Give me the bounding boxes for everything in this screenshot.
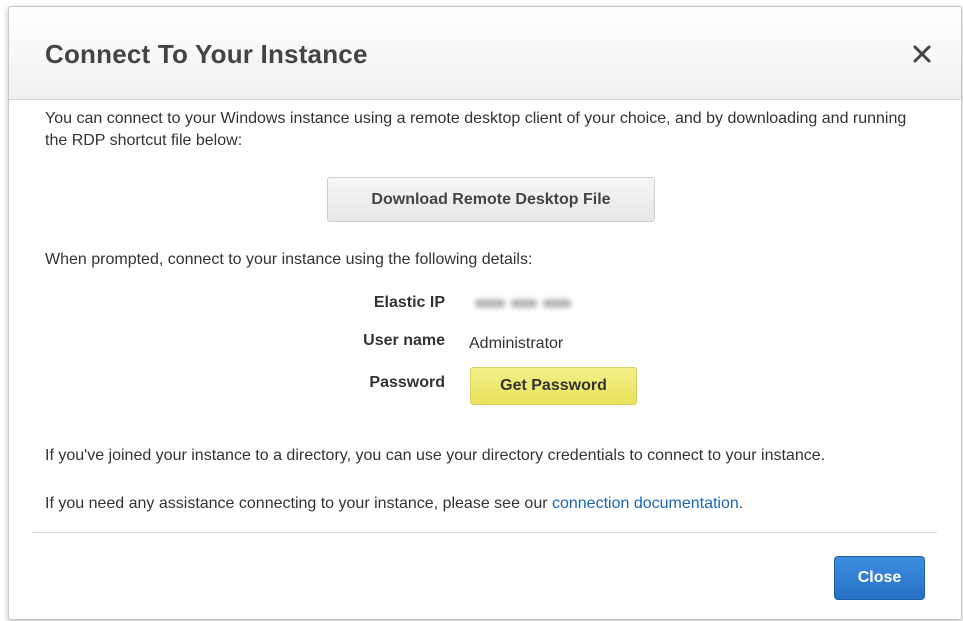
close-button[interactable]: Close (834, 556, 925, 600)
prompt-text: When prompted, connect to your instance … (45, 251, 533, 268)
connection-documentation-link[interactable]: connection documentation (552, 495, 739, 512)
intro-text: You can connect to your Windows instance… (45, 110, 907, 149)
assistance-text: If you need any assistance connecting to… (45, 493, 935, 515)
download-rdp-file-button[interactable]: Download Remote Desktop File (327, 177, 655, 222)
dialog-title: Connect To Your Instance (45, 39, 368, 69)
connect-dialog: Connect To Your Instance You can connect… (8, 6, 962, 620)
assistance-prefix: If you need any assistance connecting to… (45, 495, 552, 512)
elastic-ip-value-redacted (475, 295, 573, 311)
get-password-button[interactable]: Get Password (470, 367, 637, 405)
directory-text: If you've joined your instance to a dire… (45, 447, 826, 464)
password-label: Password (369, 374, 445, 391)
elastic-ip-label: Elastic IP (373, 294, 445, 311)
user-name-value: Administrator (469, 335, 564, 352)
footer-divider (33, 532, 937, 533)
dialog-header: Connect To Your Instance (9, 7, 961, 100)
close-icon[interactable] (909, 41, 935, 67)
assistance-suffix: . (738, 495, 744, 512)
user-name-label: User name (363, 332, 445, 349)
